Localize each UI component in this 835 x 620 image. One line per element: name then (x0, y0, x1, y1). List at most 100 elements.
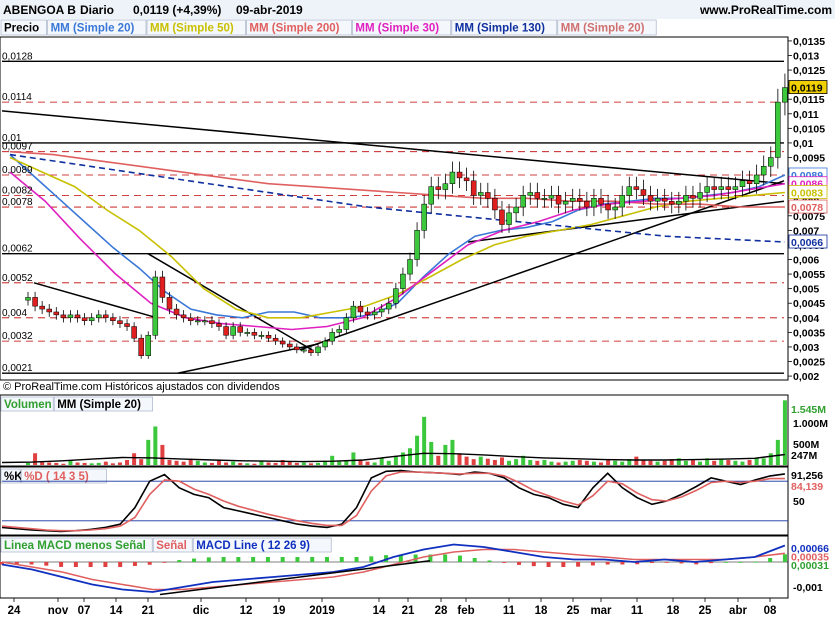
left-level-label: 0,0052 (2, 273, 33, 284)
candle-body (527, 192, 534, 196)
candle-body (605, 203, 611, 211)
volume-bar (591, 461, 596, 465)
price-badge-label: 0,0066 (791, 237, 823, 249)
macd-histogram-bar (206, 557, 211, 562)
macd-histogram-bar (310, 557, 315, 562)
legend-item-label: MM (Simple 30) (355, 23, 439, 35)
legend-item-label: MM (Simple 20) (561, 23, 645, 35)
candle-body (428, 186, 434, 205)
volume-bar (606, 459, 611, 465)
candle-body (53, 311, 60, 316)
volume-bar (613, 460, 618, 465)
volume-bar (620, 461, 625, 465)
candle-body (711, 186, 717, 190)
volume-bar (89, 463, 94, 465)
candle-body (322, 340, 328, 348)
candle-body (103, 314, 109, 319)
x-axis-label: 14 (110, 605, 123, 617)
volume-legend-label: MM (Simple 20) (57, 399, 141, 411)
volume-bar (110, 463, 115, 465)
x-axis-label: 24 (8, 605, 21, 617)
volume-bar (683, 460, 688, 465)
volume-bar (485, 458, 490, 465)
main-legend: Precio MM (Simple 20) MM (Simple 50) MM (Si… (0, 19, 657, 36)
candle-body (456, 171, 463, 179)
header-last: 0,0119 (+4,39%) (133, 3, 221, 17)
candle-body (506, 212, 512, 225)
left-level-label: 0,0114 (2, 92, 32, 103)
volume-badge-volume: 1.545M (791, 404, 826, 416)
candle-body (195, 320, 201, 323)
volume-bar (372, 462, 377, 465)
legend-item-label: MM (Simple 130) (455, 23, 545, 35)
macd-axis-label: -0,001 (793, 582, 823, 594)
macd-histogram-bar (782, 554, 787, 562)
price-axis-label: 0,0095 (793, 152, 825, 164)
macd-histogram-bar (369, 556, 374, 562)
volume-bar (662, 460, 667, 465)
candle-body (145, 335, 152, 356)
volume-bar (499, 457, 504, 465)
legend-item-label: MM (Simple 200) (249, 23, 339, 35)
macd-histogram-bar (29, 562, 34, 565)
volume-bar (740, 461, 745, 465)
price-axis-label: 0,0125 (793, 65, 825, 77)
candle-body (555, 195, 562, 205)
candle-body (216, 323, 222, 327)
x-axis-label: 08 (764, 605, 777, 617)
price-axis-label: 0,0025 (793, 357, 825, 369)
x-axis-label: abr (729, 605, 747, 617)
candle-body (286, 343, 293, 348)
volume-bar (195, 460, 200, 465)
macd-badge: 0,00031 (791, 560, 829, 572)
volume-bar (549, 461, 554, 465)
volume-bar (655, 461, 660, 465)
volume-bar (330, 455, 335, 465)
volume-bar (351, 452, 356, 465)
legend-item-label: MM (Simple 20) (51, 23, 135, 35)
volume-bar (719, 459, 724, 465)
macd-legend-label: Linea MACD menos Señal (4, 540, 146, 552)
x-axis-label: 21 (402, 605, 415, 617)
volume-bar (584, 460, 589, 465)
volume-bar (238, 462, 243, 465)
macd-histogram-bar (709, 562, 714, 564)
volume-bar (61, 463, 66, 465)
volume-bar (443, 444, 448, 465)
volume-bar (146, 439, 151, 465)
header-site[interactable]: www.ProRealTime.com (699, 3, 832, 17)
left-level-label: 0,0097 (2, 142, 33, 153)
macd-histogram-bar (502, 562, 507, 563)
candle-body (414, 230, 420, 260)
macd-histogram-bar (576, 562, 581, 567)
candle-body (279, 340, 286, 345)
volume-bar (47, 462, 52, 465)
x-axis-label: 07 (78, 605, 91, 617)
price-axis-label: 0,0055 (793, 269, 825, 281)
candle-body (95, 314, 102, 319)
candle-body (435, 186, 442, 190)
x-axis-label: dic (193, 605, 210, 617)
left-level-label: 0,0021 (2, 363, 33, 374)
candle-body (591, 198, 597, 208)
candle-body (463, 177, 470, 182)
candle-body (74, 314, 81, 319)
candle-body (668, 200, 675, 205)
macd-histogram-bar (620, 562, 625, 565)
left-level-label: 0,0062 (2, 244, 33, 255)
macd-histogram-bar (472, 557, 477, 562)
volume-bar (386, 460, 391, 465)
x-axis-label: 12 (240, 605, 253, 617)
price-axis-label: 0,01 (793, 138, 814, 150)
macd-histogram-bar (605, 562, 610, 565)
prorealtime-chart: ABENGOA B Diario 0,0119 (+4,39%) 09-abr-… (0, 0, 835, 620)
volume-bar (535, 460, 540, 465)
volume-bar (768, 453, 773, 465)
macd-histogram-bar (88, 562, 93, 567)
volume-bar (365, 461, 370, 465)
volume-bar (153, 426, 158, 465)
macd-histogram-bar (103, 562, 108, 567)
volume-bar (82, 462, 87, 465)
macd-histogram-bar (73, 562, 78, 567)
candle-body (272, 337, 279, 342)
